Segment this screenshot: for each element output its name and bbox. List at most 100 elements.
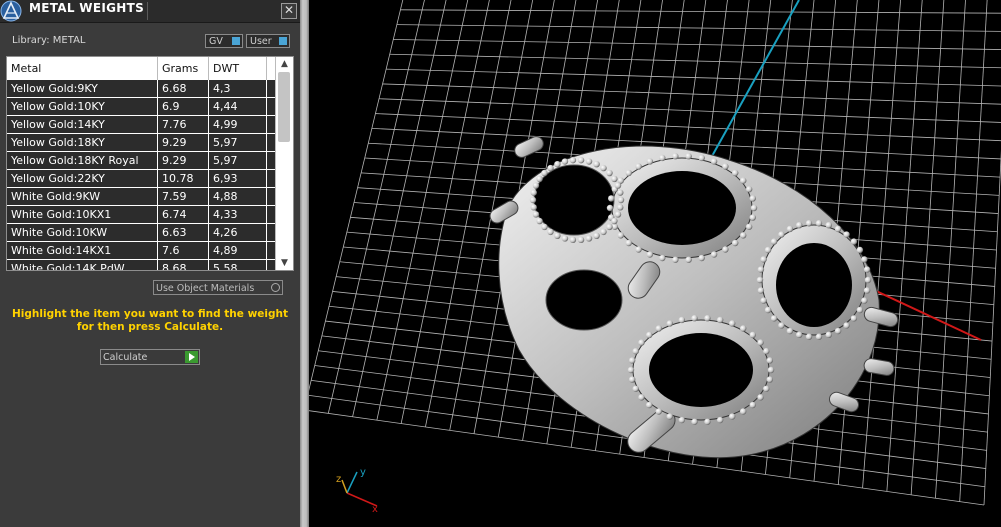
table-row[interactable]: Yellow Gold:18KY 9.29 5,97	[7, 134, 277, 152]
pave-bead	[577, 156, 585, 164]
pave-bead	[554, 160, 561, 168]
grid-line	[389, 53, 1001, 69]
pave-bead	[757, 339, 764, 346]
pave-bead	[554, 232, 561, 240]
pave-bead	[561, 158, 569, 165]
pave-bead	[757, 394, 764, 401]
pave-bead	[749, 331, 756, 339]
grams-cell: 6.74	[158, 206, 209, 223]
pave-bead	[834, 327, 842, 335]
3d-viewport[interactable]: x y z	[309, 0, 1001, 527]
title-divider	[147, 2, 148, 20]
metal-cell: White Gold:10KW	[7, 224, 158, 241]
pave-bead	[617, 189, 624, 196]
pave-bead	[678, 316, 686, 324]
pave-bead	[864, 276, 872, 284]
table-row[interactable]: White Gold:14KX1 7.6 4,89	[7, 242, 277, 260]
table-row[interactable]: White Gold:10KX1 6.74 4,33	[7, 206, 277, 224]
gizmo-x-label: x	[372, 504, 378, 515]
pave-bead	[632, 348, 639, 355]
grams-cell: 8.68	[158, 260, 209, 270]
table-row[interactable]: Yellow Gold:10KY 6.9 4,44	[7, 98, 277, 116]
pave-bead	[611, 175, 618, 183]
pave-bead	[750, 204, 758, 212]
grams-cell: 10.78	[158, 170, 209, 187]
calculate-button[interactable]: Calculate	[100, 349, 200, 365]
user-library-button[interactable]: User	[246, 34, 290, 48]
metal-cell: White Gold:9KW	[7, 188, 158, 205]
pave-bead	[569, 236, 577, 244]
pave-bead	[530, 204, 537, 211]
metal-weights-table: Metal Grams DWT Yellow Gold:9KY 6.68 4,3 Ye…	[6, 56, 294, 271]
pave-bead	[698, 254, 705, 262]
dwt-cell: 4,44	[209, 98, 267, 115]
grid-line	[959, 0, 988, 502]
metal-weights-panel: METAL WEIGHTS ✕ Library: METAL GV User M…	[0, 0, 300, 527]
pave-bead	[856, 246, 864, 254]
pave-bead	[749, 214, 756, 221]
table-row[interactable]: Yellow Gold:18KY Royal 9.29 5,97	[7, 152, 277, 170]
pave-bead	[561, 235, 569, 242]
pave-bead	[710, 158, 718, 165]
pave-bead	[617, 232, 624, 239]
pave-bead	[739, 325, 747, 332]
metal-cell: Yellow Gold:18KY	[7, 134, 158, 151]
pave-bead	[627, 366, 635, 374]
table-row[interactable]: Yellow Gold:22KY 10.78 6,93	[7, 170, 277, 188]
pave-bead	[756, 276, 764, 284]
pave-bead	[732, 169, 739, 177]
pave-bead	[732, 239, 739, 247]
panel-splitter[interactable]	[300, 0, 309, 527]
user-button-label: User	[250, 36, 272, 47]
scroll-down-icon[interactable]: ▼	[276, 256, 293, 270]
radio-icon	[271, 283, 280, 292]
pave-bead	[729, 320, 736, 327]
play-arrow-icon	[185, 351, 198, 363]
column-header-grams[interactable]: Grams	[158, 57, 209, 80]
pave-bead	[850, 315, 858, 322]
dwt-cell: 4,99	[209, 116, 267, 133]
pave-bead	[611, 217, 618, 225]
pave-bead	[655, 325, 663, 332]
pave-bead	[766, 357, 774, 364]
close-button[interactable]: ✕	[281, 3, 297, 19]
grid-line	[375, 113, 1001, 142]
table-row[interactable]: White Gold:9KW 7.59 4,88	[7, 188, 277, 206]
dwt-cell: 4,89	[209, 242, 267, 259]
table-scrollbar[interactable]: ▲ ▼	[275, 57, 293, 270]
use-object-materials-label: Use Object Materials	[156, 283, 255, 294]
panel-titlebar[interactable]: METAL WEIGHTS ✕	[0, 0, 300, 23]
table-row[interactable]: White Gold:14K PdW 8.68 5,58	[7, 260, 277, 270]
pave-bead	[763, 385, 770, 392]
pave-bead	[659, 154, 666, 162]
metal-cell: White Gold:14KX1	[7, 242, 158, 259]
pave-bead	[796, 221, 803, 229]
table-row[interactable]: Yellow Gold:9KY 6.68 4,3	[7, 80, 277, 98]
table-row[interactable]: Yellow Gold:14KY 7.76 4,99	[7, 116, 277, 134]
viewport-canvas[interactable]: x y z	[309, 0, 1001, 527]
pave-bead	[646, 251, 654, 258]
pave-bead	[766, 376, 774, 383]
pave-bead	[825, 221, 832, 229]
column-header-metal[interactable]: Metal	[7, 57, 158, 80]
gv-library-button[interactable]: GV	[205, 34, 243, 48]
pave-bead	[585, 235, 593, 242]
scroll-up-icon[interactable]: ▲	[276, 57, 293, 71]
pave-bead	[672, 153, 679, 160]
pave-bead	[628, 376, 636, 383]
table-header: Metal Grams DWT	[7, 57, 277, 81]
pave-bead	[722, 246, 729, 253]
grams-cell: 6.9	[158, 98, 209, 115]
pave-bead	[764, 306, 772, 314]
pave-bead	[593, 232, 600, 240]
user-indicator-icon	[279, 37, 287, 45]
use-object-materials-toggle[interactable]: Use Object Materials	[153, 280, 283, 295]
pave-bead	[796, 331, 803, 339]
grams-cell: 9.29	[158, 152, 209, 169]
table-row[interactable]: White Gold:10KW 6.63 4,26	[7, 224, 277, 242]
ring-3d-model[interactable]	[488, 134, 900, 459]
scroll-thumb[interactable]	[278, 72, 290, 142]
pave-bead	[786, 225, 794, 233]
pave-bead	[704, 315, 711, 322]
column-header-dwt[interactable]: DWT	[209, 57, 267, 80]
